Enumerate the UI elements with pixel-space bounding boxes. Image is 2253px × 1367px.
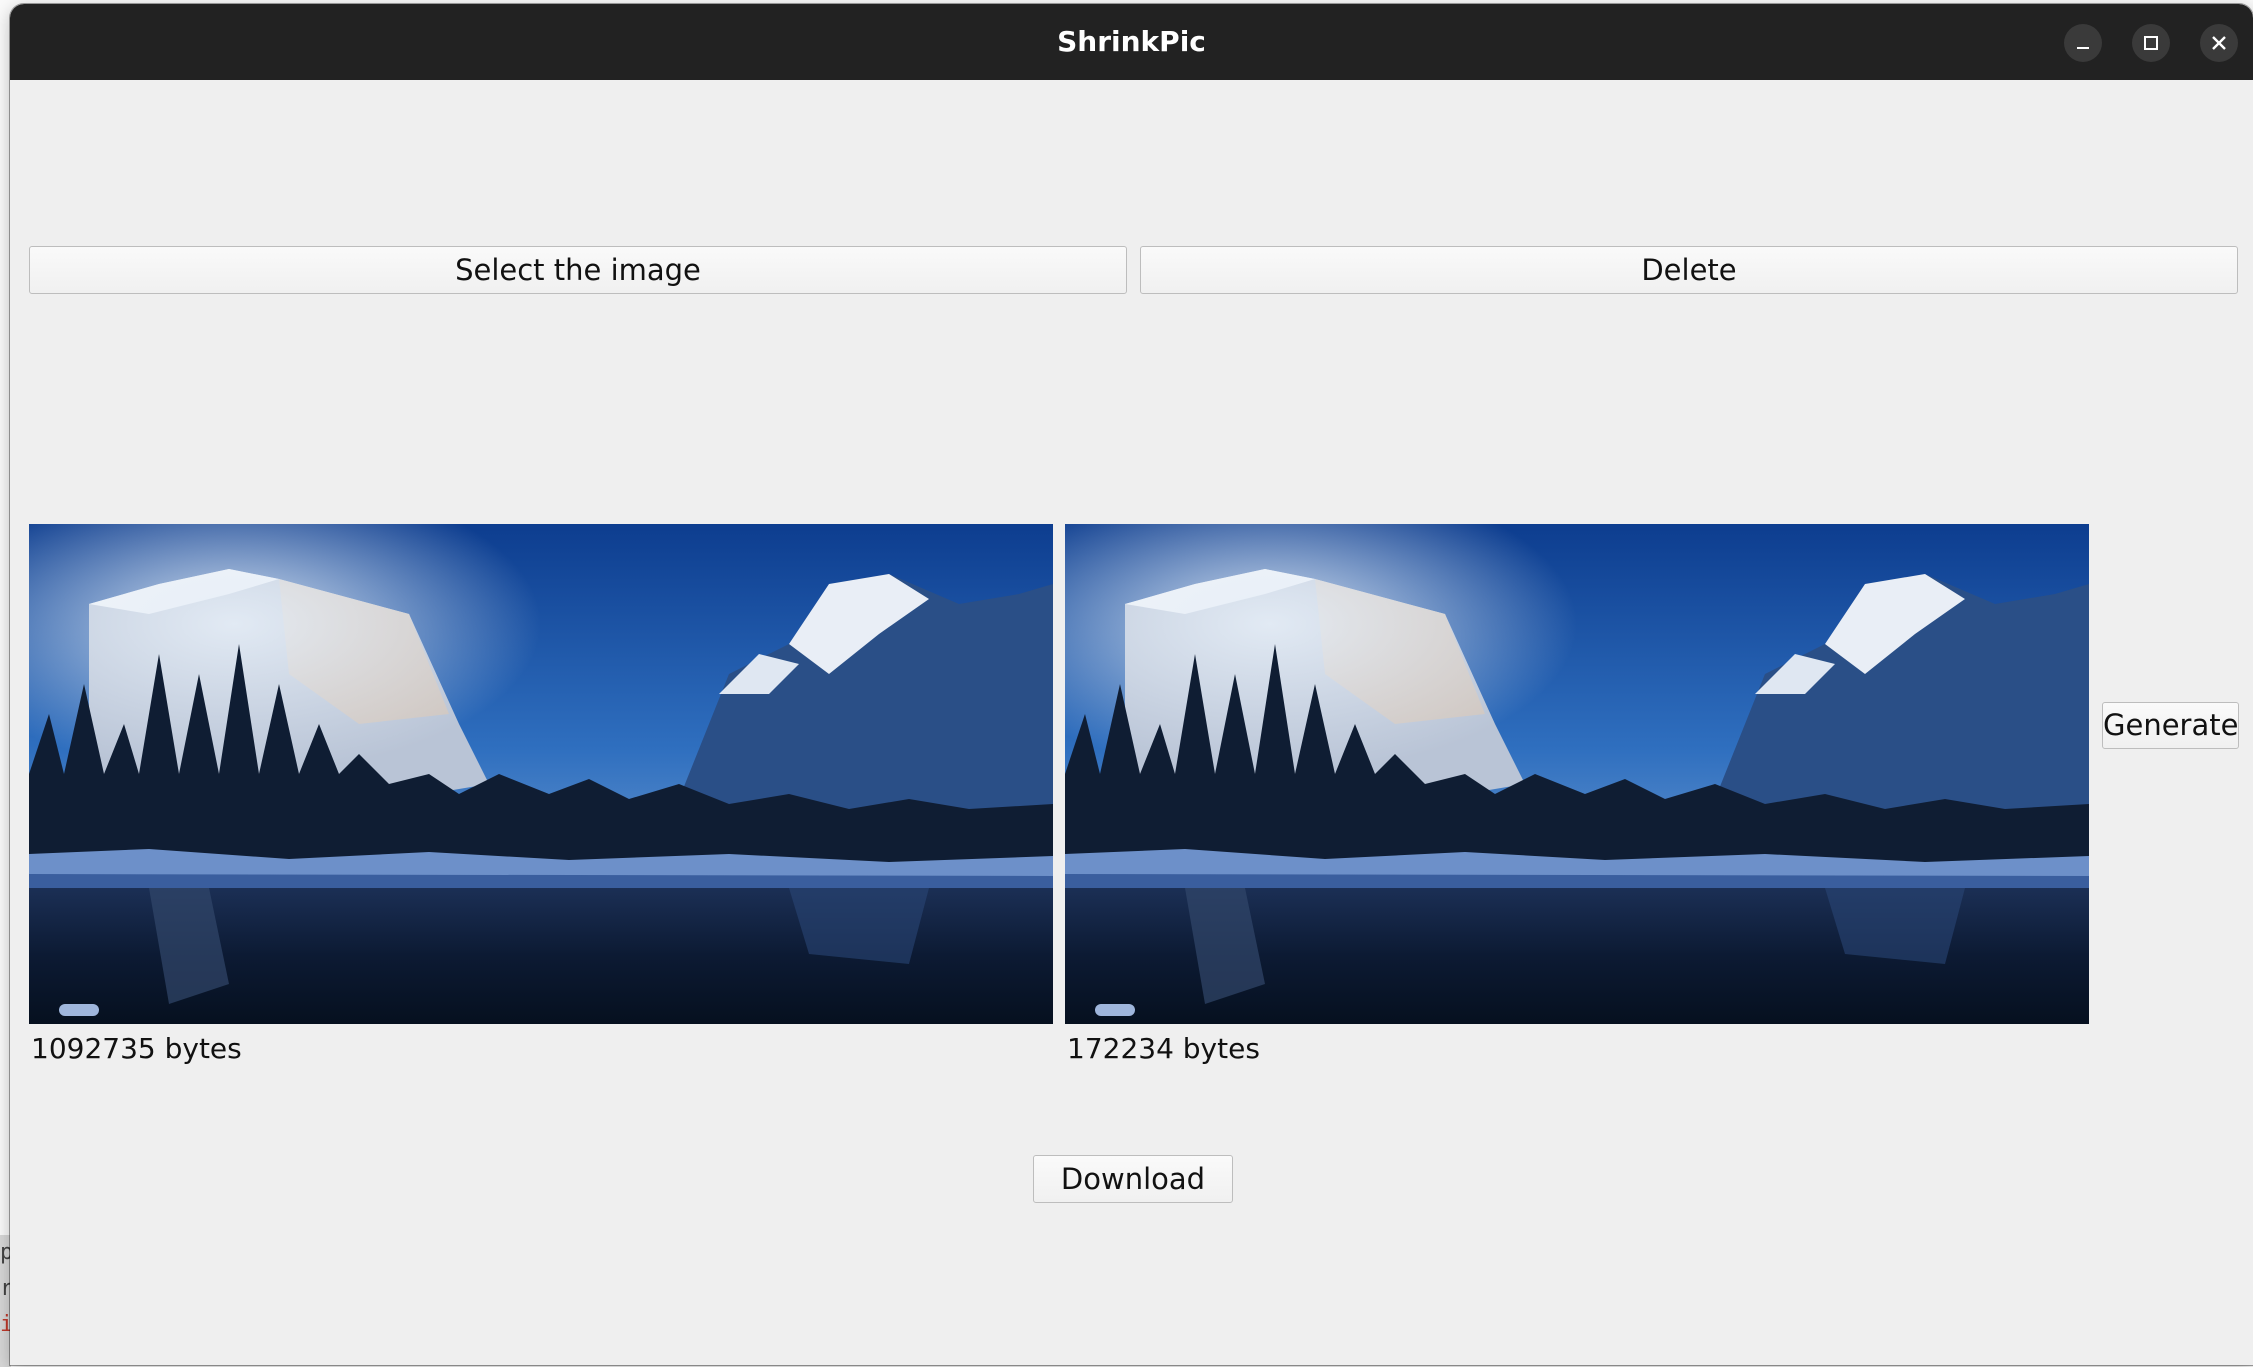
- window-title: ShrinkPic: [1057, 25, 1206, 58]
- original-image-preview: [29, 524, 1053, 1024]
- close-icon: [2212, 36, 2226, 50]
- download-button[interactable]: Download: [1033, 1155, 1233, 1203]
- compressed-size-label: 172234 bytes: [1067, 1032, 1260, 1065]
- original-size-label: 1092735 bytes: [31, 1032, 242, 1065]
- desktop: pri ShrinkPic Select the image Delete Ge…: [0, 0, 2253, 1367]
- landscape-image: [29, 524, 1053, 1024]
- maximize-icon: [2144, 36, 2158, 50]
- landscape-image: [1065, 524, 2089, 1024]
- compressed-image-preview: [1065, 524, 2089, 1024]
- app-window: ShrinkPic Select the image Delete Genera…: [10, 4, 2253, 1365]
- minimize-icon: [2077, 47, 2089, 49]
- delete-button[interactable]: Delete: [1140, 246, 2238, 294]
- minimize-button[interactable]: [2064, 24, 2102, 62]
- generate-button[interactable]: Generate: [2102, 702, 2239, 749]
- title-bar[interactable]: ShrinkPic: [10, 4, 2253, 80]
- close-button[interactable]: [2200, 24, 2238, 62]
- maximize-button[interactable]: [2132, 24, 2170, 62]
- select-image-button[interactable]: Select the image: [29, 246, 1127, 294]
- main-content: Select the image Delete Generate 1092735…: [10, 80, 2253, 1365]
